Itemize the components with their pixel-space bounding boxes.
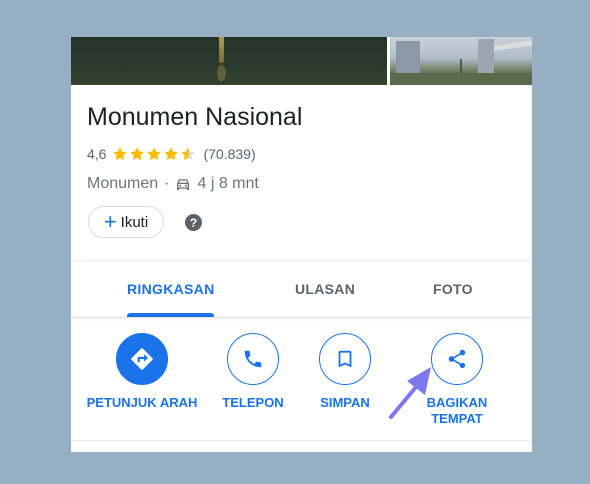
tab-photos[interactable]: FOTO <box>433 281 473 297</box>
follow-button[interactable]: + Ikuti <box>88 206 164 238</box>
tabs-bottom-divider <box>71 317 532 318</box>
share-circle[interactable] <box>431 333 483 385</box>
place-category: Monumen <box>87 175 159 192</box>
follow-label: Ikuti <box>120 213 149 231</box>
ground-shape <box>390 73 532 85</box>
place-card: Monumen Nasional 4,6 (70.839) Monumen · … <box>71 37 532 452</box>
monument-reflection <box>217 65 226 81</box>
rating-value: 4,6 <box>87 146 107 162</box>
star-icon <box>147 147 162 160</box>
tab-overview[interactable]: RINGKASAN <box>127 281 214 297</box>
directions-label: PETUNJUK ARAH <box>86 395 198 410</box>
help-icon[interactable]: ? <box>185 214 202 231</box>
review-count[interactable]: (70.839) <box>203 146 255 162</box>
annotation-arrow-icon <box>389 367 431 419</box>
bookmark-icon <box>338 350 352 368</box>
save-label: SIMPAN <box>320 395 370 410</box>
plus-icon: + <box>103 209 117 234</box>
place-title: Monumen Nasional <box>87 103 303 131</box>
save-button[interactable]: SIMPAN <box>307 333 383 411</box>
star-icon <box>164 147 179 160</box>
category-row: Monumen · 4 j 8 mnt <box>87 175 259 193</box>
roof-shape <box>494 40 532 51</box>
star-icon <box>113 147 128 160</box>
travel-time: 4 j 8 mnt <box>197 175 259 192</box>
save-circle[interactable] <box>319 333 371 385</box>
car-icon <box>177 179 190 190</box>
building-shape <box>478 39 494 75</box>
separator-dot: · <box>164 175 170 192</box>
call-button[interactable]: TELEPON <box>213 333 293 411</box>
call-label: TELEPON <box>222 395 284 410</box>
tab-reviews[interactable]: ULASAN <box>295 281 355 297</box>
monument-photo[interactable] <box>71 37 387 85</box>
directions-button[interactable]: PETUNJUK ARAH <box>85 333 199 411</box>
half-star-icon <box>181 147 196 160</box>
monument-spire <box>219 37 224 63</box>
secondary-photo[interactable] <box>390 37 532 85</box>
star-rating <box>112 146 197 162</box>
building-shape <box>396 41 420 77</box>
rating-row[interactable]: 4,6 (70.839) <box>87 145 256 163</box>
directions-circle[interactable] <box>116 333 168 385</box>
photo-strip[interactable] <box>71 37 532 85</box>
directions-icon <box>131 348 153 370</box>
divider <box>71 260 532 261</box>
phone-icon <box>244 350 262 368</box>
share-icon <box>448 349 466 369</box>
star-icon <box>130 147 145 160</box>
call-circle[interactable] <box>227 333 279 385</box>
divider <box>71 440 532 441</box>
